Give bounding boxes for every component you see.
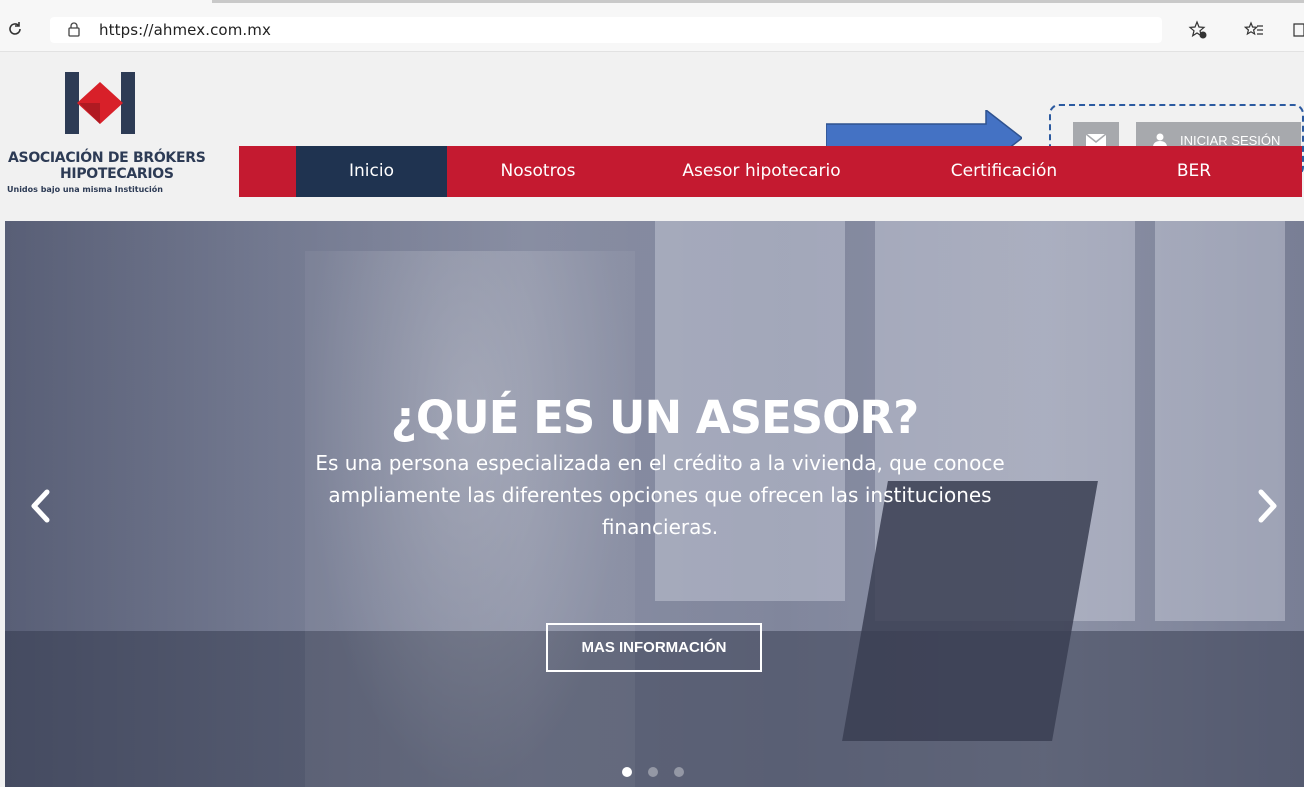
slide-dot-1[interactable] [622, 767, 632, 777]
slide-dot-3[interactable] [674, 767, 684, 777]
nav-item-inicio[interactable]: Inicio [296, 146, 447, 197]
chevron-left-icon[interactable] [25, 486, 55, 526]
reload-icon[interactable] [6, 20, 24, 38]
nav-item-ber[interactable]: BER [1139, 146, 1249, 197]
logo-mark[interactable] [60, 72, 140, 134]
more-info-button[interactable]: MAS INFORMACIÓN [546, 623, 762, 672]
main-nav: Inicio Nosotros Asesor hipotecario Certi… [239, 146, 1302, 197]
browser-toolbar: https://ahmex.com.mx [0, 0, 1304, 52]
nav-item-certificacion[interactable]: Certificación [919, 146, 1089, 197]
slide-dot-2[interactable] [648, 767, 658, 777]
chevron-right-icon[interactable] [1253, 486, 1283, 526]
brand-name-line2: HIPOTECARIOS [60, 166, 174, 182]
nav-item-nosotros[interactable]: Nosotros [469, 146, 607, 197]
favorites-icon[interactable] [1244, 20, 1264, 40]
brand-tagline: Unidos bajo una misma Institución [7, 185, 163, 194]
user-icon [1153, 133, 1167, 147]
hero-title: ¿QUÉ ES UN ASESOR? [390, 391, 919, 444]
page-load-indicator [212, 0, 1304, 3]
lock-icon[interactable] [67, 21, 81, 37]
collections-icon[interactable] [1292, 20, 1304, 40]
url-text[interactable]: https://ahmex.com.mx [99, 21, 271, 39]
hero-slider: ¿QUÉ ES UN ASESOR? Es una persona especi… [5, 221, 1304, 787]
nav-item-asesor-hipotecario[interactable]: Asesor hipotecario [659, 146, 864, 197]
hero-description: Es una persona especializada en el crédi… [315, 451, 1005, 539]
brand-name-line1: ASOCIACIÓN DE BRÓKERS [8, 150, 206, 166]
favorite-add-icon[interactable] [1188, 20, 1208, 40]
